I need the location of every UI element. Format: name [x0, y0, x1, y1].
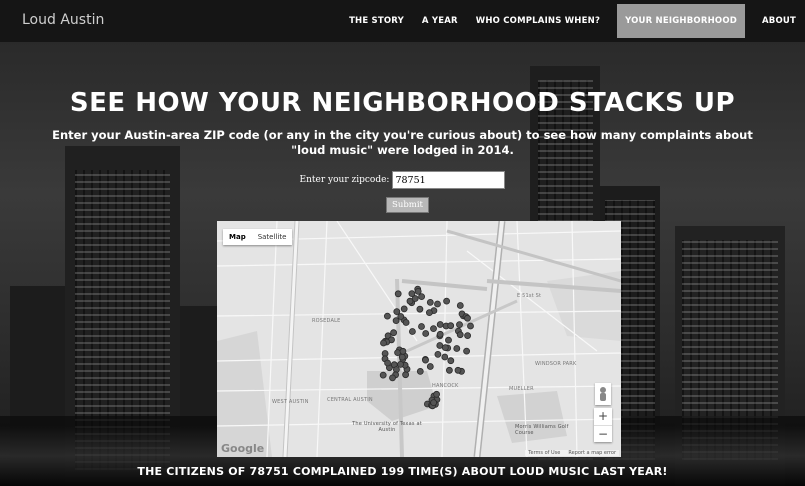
- map-label-hancock: HANCOCK: [432, 383, 459, 389]
- complaint-marker[interactable]: [456, 302, 464, 309]
- complaint-marker[interactable]: [464, 314, 471, 322]
- complaint-marker[interactable]: [397, 313, 405, 320]
- street-view-icon[interactable]: [595, 383, 611, 405]
- google-logo: Google: [221, 442, 265, 455]
- complaint-marker[interactable]: [422, 330, 430, 337]
- complaint-marker[interactable]: [400, 305, 408, 313]
- complaint-marker[interactable]: [379, 371, 387, 379]
- complaint-marker[interactable]: [416, 305, 424, 313]
- page-title: SEE HOW YOUR NEIGHBORHOOD STACKS UP: [69, 88, 736, 118]
- complaint-marker[interactable]: [389, 374, 396, 382]
- zoom-in-button[interactable]: +: [594, 408, 612, 425]
- complaint-marker[interactable]: [456, 331, 464, 339]
- complaint-marker[interactable]: [402, 319, 410, 326]
- report-error-link[interactable]: Report a map error: [568, 450, 616, 456]
- nav-item-your-neighborhood[interactable]: YOUR NEIGHBORHOOD: [617, 4, 746, 38]
- complaint-marker[interactable]: [447, 357, 455, 365]
- zip-input[interactable]: [392, 171, 506, 189]
- complaint-marker[interactable]: [380, 339, 387, 347]
- complaint-marker[interactable]: [384, 359, 392, 367]
- nav-item-a-year[interactable]: A YEAR: [413, 0, 467, 42]
- complaint-marker[interactable]: [436, 321, 444, 328]
- zoom-out-button[interactable]: −: [594, 425, 612, 442]
- complaint-marker[interactable]: [434, 300, 441, 308]
- map-label-central-austin: CENTRAL AUSTIN: [327, 397, 373, 403]
- map-label-mueller: MUELLER: [509, 386, 534, 392]
- complaint-marker[interactable]: [463, 347, 471, 355]
- complaint-marker[interactable]: [445, 336, 452, 344]
- map-label-windsor-park: WINDSOR PARK: [535, 361, 577, 367]
- intro-text: Enter your Austin-area ZIP code (or any …: [52, 128, 753, 157]
- complaint-marker[interactable]: [433, 390, 441, 398]
- complaint-marker[interactable]: [441, 353, 449, 361]
- map-label-e-51st: E 51st St: [517, 293, 542, 299]
- complaint-marker[interactable]: [464, 332, 472, 339]
- complaint-marker[interactable]: [447, 322, 455, 330]
- complaint-marker[interactable]: [426, 363, 434, 370]
- top-navbar: Loud Austin THE STORY A YEAR WHO COMPLAI…: [0, 0, 805, 42]
- brand-logo[interactable]: Loud Austin: [22, 12, 104, 28]
- map-label-university: The University of Texas at Austin: [352, 421, 422, 433]
- complaints-map[interactable]: ROSEDALE CENTRAL AUSTIN HANCOCK WINDSOR …: [217, 221, 621, 457]
- zip-label: Enter your zipcode:: [299, 175, 390, 185]
- complaint-marker[interactable]: [443, 297, 451, 305]
- complaint-marker[interactable]: [418, 323, 425, 330]
- complaint-marker[interactable]: [418, 293, 426, 300]
- nav-item-the-story[interactable]: THE STORY: [340, 0, 413, 42]
- complaint-marker[interactable]: [390, 329, 398, 337]
- zoom-control: + −: [594, 408, 612, 442]
- complaint-marker[interactable]: [402, 371, 410, 379]
- map-label-golf-course: Morris Williams Golf Course: [515, 424, 569, 436]
- complaint-marker[interactable]: [454, 366, 462, 374]
- complaint-marker[interactable]: [398, 353, 406, 361]
- complaint-marker[interactable]: [422, 356, 429, 364]
- complaint-marker[interactable]: [426, 299, 434, 306]
- zip-form: Enter your zipcode:: [0, 171, 805, 189]
- complaint-marker[interactable]: [445, 366, 453, 374]
- complaint-marker[interactable]: [397, 360, 404, 368]
- map-type-map-button[interactable]: Map: [223, 229, 252, 245]
- map-footer: Terms of Use Report a map error: [525, 450, 619, 456]
- result-message: THE CITIZENS OF 78751 COMPLAINED 199 TIM…: [137, 465, 668, 478]
- nav-item-who-complains-when[interactable]: WHO COMPLAINS WHEN?: [467, 0, 609, 42]
- complaint-marker[interactable]: [425, 309, 433, 316]
- complaint-marker[interactable]: [399, 347, 407, 355]
- nav-menu: THE STORY A YEAR WHO COMPLAINS WHEN? YOU…: [340, 0, 805, 42]
- complaint-marker[interactable]: [441, 344, 449, 351]
- complaint-marker[interactable]: [416, 367, 424, 375]
- nav-item-about[interactable]: ABOUT: [753, 0, 805, 42]
- complaint-marker[interactable]: [394, 290, 402, 298]
- map-type-satellite-button[interactable]: Satellite: [252, 229, 293, 245]
- complaint-marker[interactable]: [430, 325, 437, 332]
- complaint-marker[interactable]: [436, 342, 444, 349]
- map-label-rosedale: ROSEDALE: [312, 318, 341, 324]
- complaint-marker[interactable]: [430, 399, 438, 407]
- complaint-marker[interactable]: [408, 290, 416, 297]
- terms-link[interactable]: Terms of Use: [528, 450, 560, 456]
- complaint-marker[interactable]: [453, 345, 461, 352]
- complaint-marker[interactable]: [383, 312, 391, 320]
- complaint-marker[interactable]: [467, 322, 474, 330]
- complaint-marker[interactable]: [408, 328, 416, 335]
- complaint-marker[interactable]: [434, 350, 442, 358]
- complaint-marker[interactable]: [436, 330, 444, 338]
- submit-button[interactable]: Submit: [386, 197, 429, 213]
- map-type-control: Map Satellite: [223, 229, 293, 245]
- map-label-west-austin: WEST AUSTIN: [272, 399, 309, 405]
- complaint-marker[interactable]: [456, 321, 463, 328]
